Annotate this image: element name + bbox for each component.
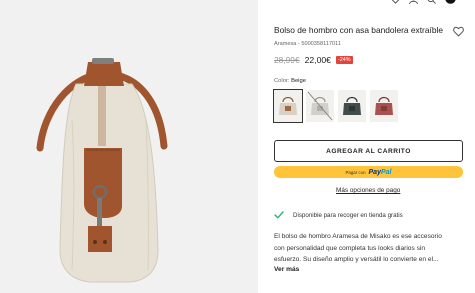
- product-description: El bolso de hombro Aramesa de Misako es …: [274, 231, 466, 266]
- price-row: 28,99€ 22,00€ -24%: [274, 55, 353, 65]
- color-selected-value: Beige: [291, 78, 306, 84]
- bag-thumbnail-dark-green: [343, 96, 361, 115]
- paypal-logo-a: Pay: [368, 168, 381, 176]
- paypal-prefix: Pagar con: [345, 169, 366, 175]
- description-line: esfuerzo. Su diseño amplio y versátil lo…: [274, 256, 439, 264]
- check-icon: [274, 206, 284, 224]
- cart-icon[interactable]: [445, 0, 456, 9]
- read-more-link[interactable]: Ver más: [274, 266, 299, 273]
- color-label-text: Color:: [274, 78, 290, 84]
- product-sku: Aramesa - 5000358117011: [274, 41, 341, 47]
- user-icon[interactable]: [409, 0, 418, 9]
- more-payment-options-link[interactable]: Más opciones de pago: [336, 187, 400, 194]
- bag-thumbnail-rose: [375, 96, 393, 115]
- color-swatches: [273, 89, 398, 123]
- color-label: Color: Beige: [274, 78, 306, 84]
- heart-outline-icon[interactable]: [453, 24, 464, 37]
- product-title: Bolso de hombro con asa bandolera extraí…: [274, 25, 444, 35]
- discount-badge: -24%: [335, 56, 353, 64]
- swatch-dark-green[interactable]: [338, 90, 366, 122]
- search-icon[interactable]: [427, 0, 436, 9]
- swatch-beige[interactable]: [273, 89, 303, 123]
- description-line: El bolso de hombro Aramesa de Misako es …: [274, 233, 442, 240]
- current-price: 22,00€: [304, 55, 331, 65]
- unavailable-slash-icon: [307, 91, 333, 121]
- swatch-light-gray[interactable]: [306, 90, 334, 122]
- paypal-button[interactable]: Pagar con PayPal: [274, 166, 463, 178]
- paypal-logo-b: Pal: [380, 168, 392, 176]
- bag-illustration: [36, 58, 168, 283]
- header-icons: [391, 0, 456, 6]
- old-price: 28,99€: [274, 55, 300, 65]
- store-availability: Disponible para recoger en tienda gratis: [274, 206, 403, 224]
- swatch-rose[interactable]: [370, 90, 398, 122]
- paypal-logo: PayPal: [369, 169, 392, 176]
- description-line: con personalidad que completa tus looks …: [274, 244, 426, 252]
- heart-icon[interactable]: [391, 0, 400, 9]
- availability-text: Disponible para recoger en tienda gratis: [293, 211, 403, 219]
- product-image[interactable]: [0, 0, 258, 293]
- bag-thumbnail-beige: [279, 96, 297, 115]
- add-to-cart-button[interactable]: AGREGAR AL CARRITO: [274, 140, 463, 162]
